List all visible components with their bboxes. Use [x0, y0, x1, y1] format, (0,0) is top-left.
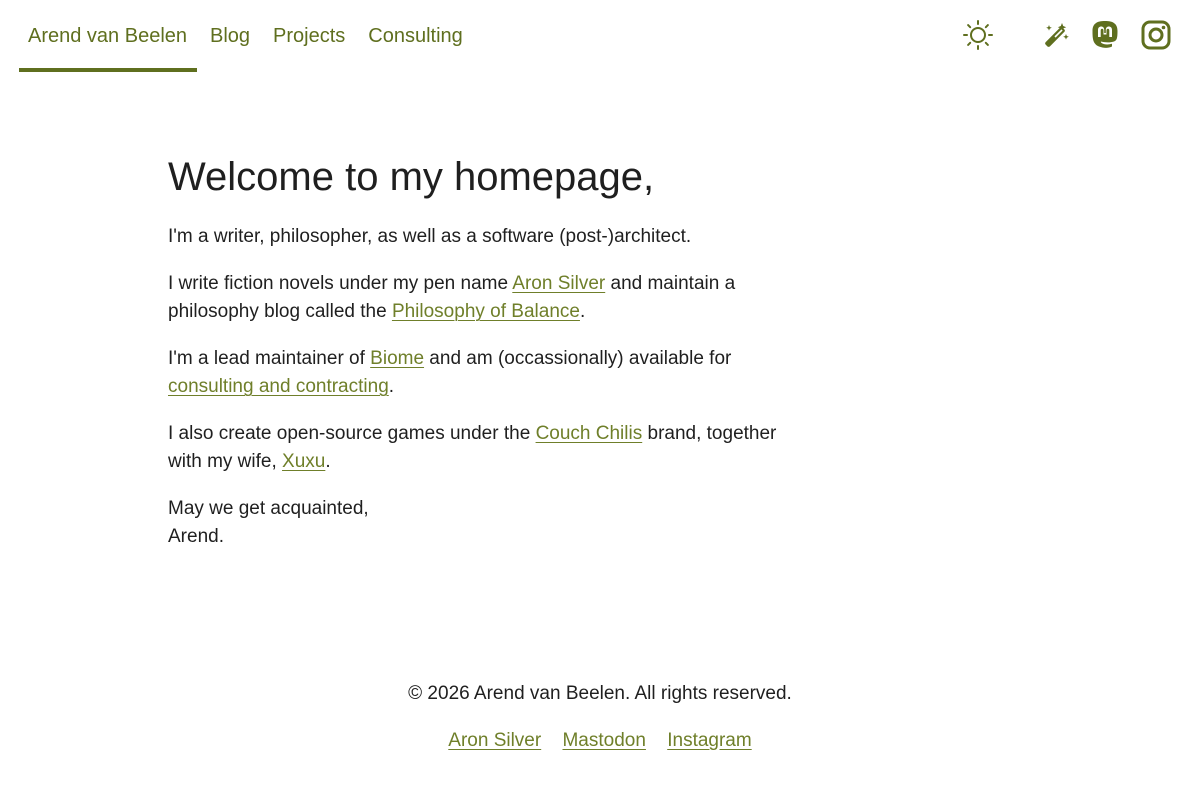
footer-link-aron-silver[interactable]: Aron Silver [448, 730, 541, 751]
copyright-text: © 2026 Arend van Beelen. All rights rese… [408, 683, 792, 704]
mastodon-icon[interactable] [1085, 15, 1125, 55]
consulting-link[interactable]: consulting and contracting [168, 376, 389, 397]
aron-silver-link[interactable]: Aron Silver [512, 273, 605, 294]
text-segment: I write fiction novels under my pen name [168, 273, 513, 294]
text-segment: . [579, 301, 586, 322]
novels-paragraph: I write fiction novels under my pen name… [168, 270, 808, 326]
signoff-line: May we get acquainted, [168, 498, 369, 519]
biome-paragraph: I'm a lead maintainer of Biome and am (o… [168, 345, 808, 401]
text-segment: . [388, 376, 395, 397]
instagram-icon[interactable] [1136, 15, 1176, 55]
couch-chilis-link[interactable]: Couch Chilis [536, 423, 643, 444]
site-footer: © 2026 Arend van Beelen. All rights rese… [0, 680, 1200, 755]
footer-link-mastodon[interactable]: Mastodon [562, 730, 645, 751]
sun-icon[interactable] [958, 15, 998, 55]
intro-paragraph: I'm a writer, philosopher, as well as a … [168, 226, 692, 247]
biome-link[interactable]: Biome [370, 348, 424, 369]
philosophy-of-balance-link[interactable]: Philosophy of Balance [392, 301, 580, 322]
text-segment: I also create open-source games under th… [168, 423, 536, 444]
footer-link-instagram[interactable]: Instagram [667, 730, 751, 751]
signature: Arend. [168, 526, 224, 547]
games-paragraph: I also create open-source games under th… [168, 420, 808, 476]
page-title: Welcome to my homepage, [168, 155, 655, 199]
xuxu-link[interactable]: Xuxu [282, 451, 325, 472]
signoff-paragraph: May we get acquainted, Arend. [168, 495, 808, 551]
header-icons [0, 0, 1200, 72]
site-header: Arend van Beelen Blog Projects Consultin… [0, 0, 1200, 72]
main-content: Welcome to my homepage, I'm a writer, ph… [168, 150, 808, 551]
text-segment: and am (occassionally) available for [424, 348, 732, 369]
magic-wand-icon[interactable] [1035, 15, 1075, 55]
text-segment: . [325, 451, 331, 472]
footer-links: Aron Silver Mastodon Instagram [0, 727, 1200, 755]
text-segment: I'm a lead maintainer of [168, 348, 371, 369]
